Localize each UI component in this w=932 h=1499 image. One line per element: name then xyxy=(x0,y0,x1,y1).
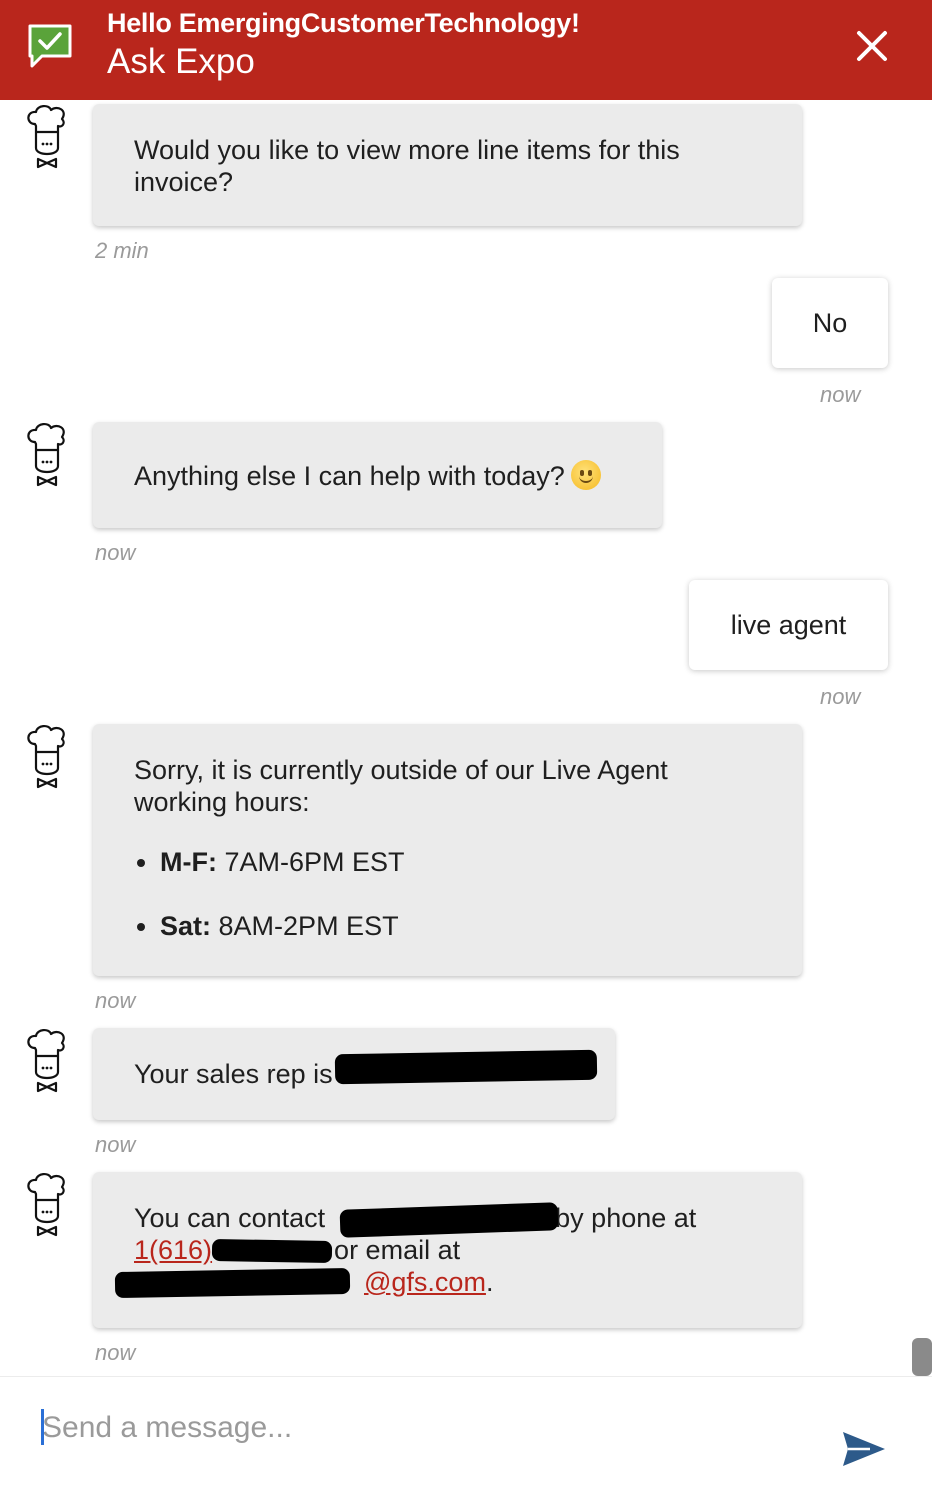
bot-message-bubble: You can contact by phone at 1(616) or emai… xyxy=(93,1172,802,1328)
message-timestamp: now xyxy=(95,988,136,1013)
message-text: working hours: xyxy=(134,787,310,817)
chef-avatar-icon xyxy=(27,1173,65,1237)
smiley-emoji-icon xyxy=(570,460,601,490)
user-message-bubble: live agent xyxy=(689,580,888,670)
hours-item: Sat: 8AM-2PM EST xyxy=(160,910,762,942)
text-caret xyxy=(41,1409,44,1445)
chef-avatar-icon xyxy=(27,423,65,487)
user-message-bubble: No xyxy=(772,278,888,368)
bot-message-bubble: Anything else I can help with today? xyxy=(93,422,662,528)
redaction-mark xyxy=(114,1267,351,1299)
message-text: live agent xyxy=(730,610,847,640)
message-text: Sorry, it is currently outside of our Li… xyxy=(134,755,668,785)
redaction-mark xyxy=(334,1049,598,1085)
message-text: Your sales rep is xyxy=(134,1059,333,1089)
chat-header: Hello EmergingCustomerTechnology! Ask Ex… xyxy=(0,0,932,100)
chef-avatar-icon xyxy=(27,105,65,169)
message-input[interactable] xyxy=(40,1407,804,1449)
greeting-text: Hello EmergingCustomerTechnology! xyxy=(107,8,580,38)
message-timestamp: 2 min xyxy=(95,238,149,263)
message-timestamp: now xyxy=(95,540,136,565)
redaction-mark xyxy=(211,1238,333,1264)
message-text: Anything else I can help with today? xyxy=(134,461,565,491)
chat-transcript[interactable]: Would you like to view more line items f… xyxy=(0,100,932,1376)
hours-item: M-F: 7AM-6PM EST xyxy=(160,846,762,878)
message-timestamp: now xyxy=(820,382,861,407)
close-icon[interactable] xyxy=(852,26,892,66)
chat-check-icon xyxy=(28,24,72,68)
bot-message-bubble: Would you like to view more line items f… xyxy=(93,104,802,226)
chef-avatar-icon xyxy=(27,1029,65,1093)
message-text: No xyxy=(812,308,848,338)
send-icon[interactable] xyxy=(840,1429,888,1469)
scrollbar-thumb[interactable] xyxy=(912,1338,932,1376)
chef-avatar-icon xyxy=(27,725,65,789)
chat-title: Ask Expo xyxy=(107,42,255,81)
message-text: invoice? xyxy=(134,167,234,197)
message-composer xyxy=(0,1376,932,1499)
message-timestamp: now xyxy=(820,684,861,709)
message-timestamp: now xyxy=(95,1132,136,1157)
message-timestamp: now xyxy=(95,1340,136,1365)
message-text: Would you like to view more line items f… xyxy=(134,135,680,165)
bot-message-bubble: Sorry, it is currently outside of our Li… xyxy=(93,724,802,976)
hours-list: M-F: 7AM-6PM EST Sat: 8AM-2PM EST xyxy=(134,846,762,942)
